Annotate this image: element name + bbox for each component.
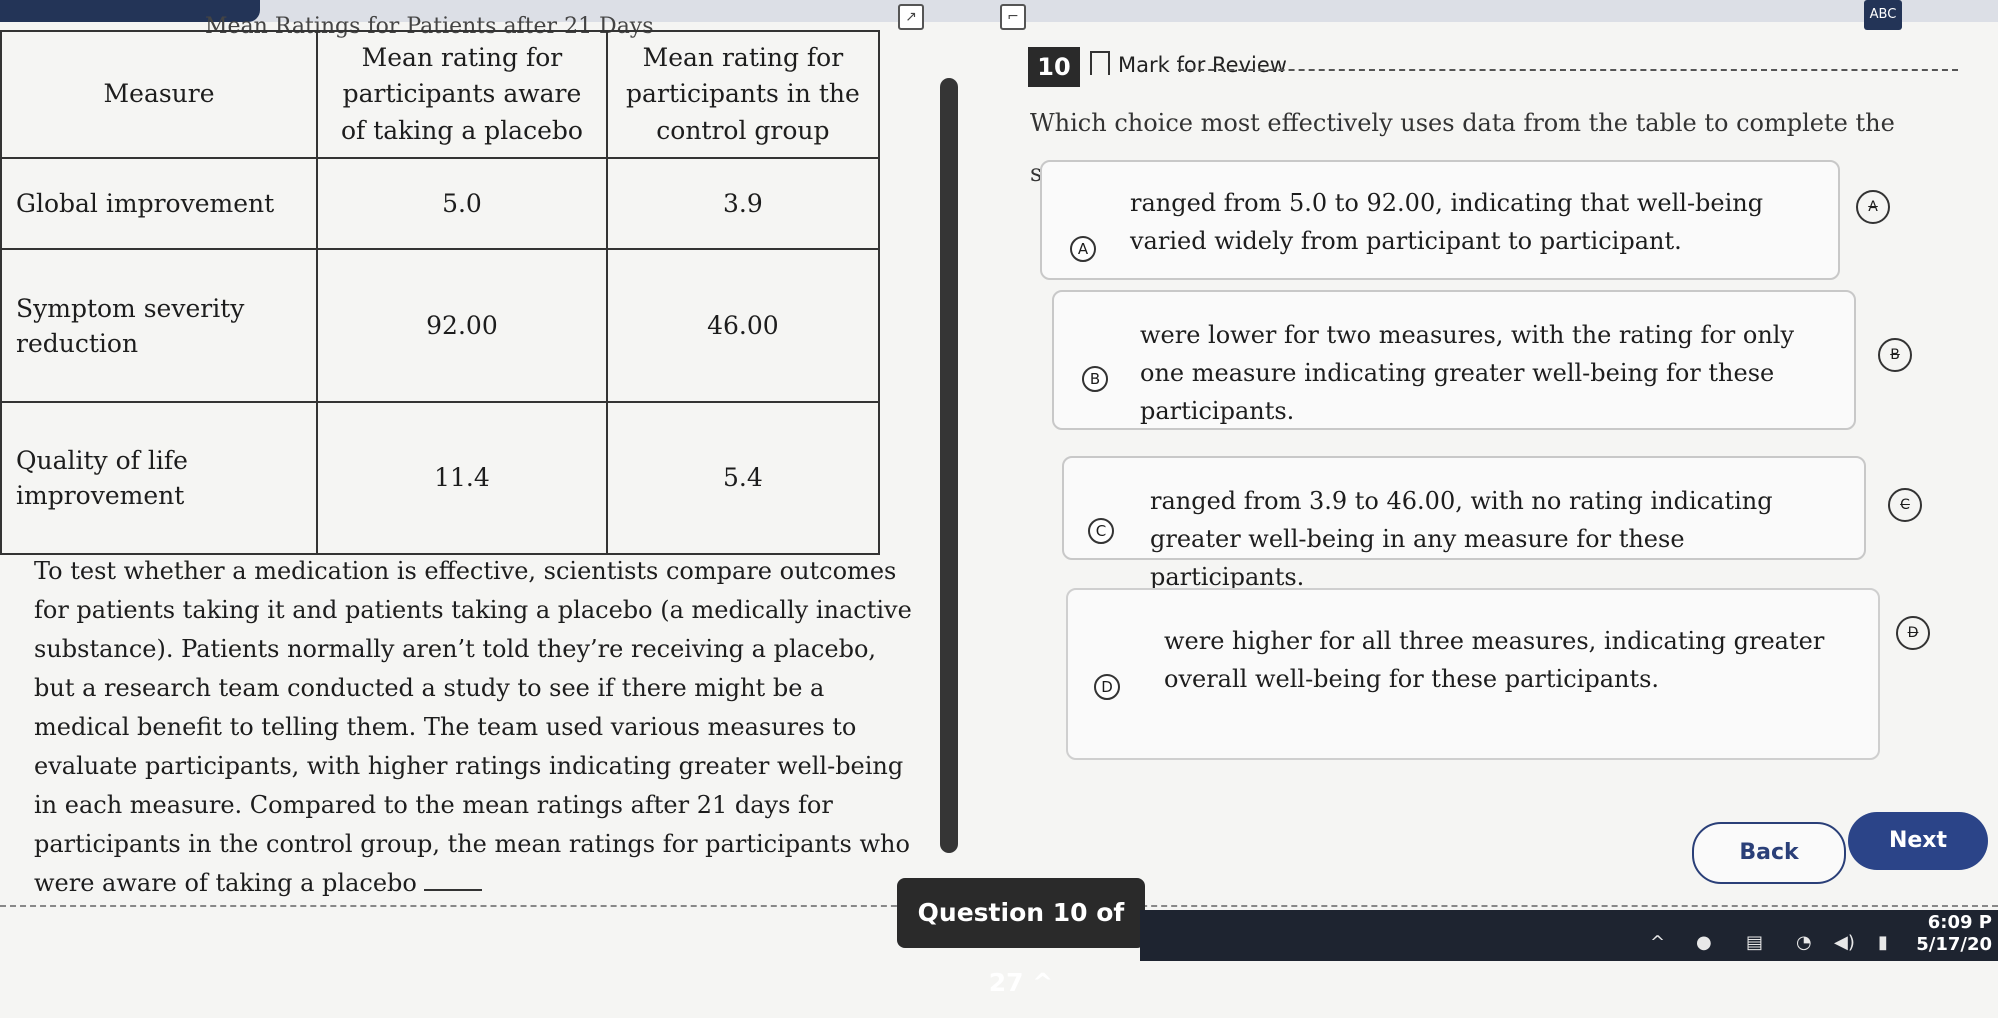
choice-letter: C <box>1088 518 1114 544</box>
row-placebo-value: 5.0 <box>316 156 608 251</box>
header-measure: Measure <box>0 30 319 159</box>
cloud-icon[interactable]: ● <box>1696 932 1712 953</box>
collapse-icon[interactable]: ⌐ <box>1000 4 1026 30</box>
header-divider <box>1178 69 1958 71</box>
choice-letter: D <box>1094 674 1120 700</box>
table-row: Symptom severity reduction 92.00 46.00 <box>0 248 881 403</box>
row-measure: Symptom severity reduction <box>0 248 319 403</box>
table-row: Global improvement 5.0 3.9 <box>0 156 881 251</box>
strikethrough-c-icon[interactable]: C <box>1888 488 1922 522</box>
header-placebo: Mean rating for participants aware of ta… <box>316 30 608 159</box>
expand-icon[interactable]: ↗ <box>898 4 924 30</box>
back-button[interactable]: Back <box>1692 822 1846 884</box>
strikethrough-d-icon[interactable]: D <box>1896 616 1930 650</box>
row-measure: Global improvement <box>0 156 319 251</box>
system-taskbar: ^ ● ▤ ◔ ◀) ▮ 6:09 P 5/17/20 <box>1140 910 1998 961</box>
header-control: Mean rating for participants in the cont… <box>605 30 881 159</box>
tray-expand-icon[interactable]: ^ <box>1650 932 1665 953</box>
row-placebo-value: 92.00 <box>316 248 608 403</box>
question-number: 10 <box>1028 47 1080 87</box>
passage-text: To test whether a medication is effectiv… <box>34 557 912 897</box>
table-header-row: Measure Mean rating for participants awa… <box>0 30 881 159</box>
clock-time: 6:09 P <box>1927 912 1992 933</box>
table-row: Quality of life improvement 11.4 5.4 <box>0 400 881 556</box>
passage: To test whether a medication is effectiv… <box>34 552 914 903</box>
choice-a[interactable]: A ranged from 5.0 to 92.00, indicating t… <box>1040 160 1890 280</box>
abc-strikethrough-toggle[interactable]: ABC <box>1864 0 1902 30</box>
question-navigator-button[interactable]: Question 10 of 27 ^ <box>897 878 1145 997</box>
bookmark-icon[interactable] <box>1090 51 1110 75</box>
choice-text: ranged from 5.0 to 92.00, indicating tha… <box>1130 189 1764 255</box>
keyboard-icon[interactable]: ▤ <box>1746 932 1763 953</box>
choice-text: were lower for two measures, with the ra… <box>1140 321 1795 425</box>
row-placebo-value: 11.4 <box>316 400 608 556</box>
taskbar-clock[interactable]: 6:09 P 5/17/20 <box>1916 912 1992 956</box>
choice-letter: A <box>1070 236 1096 262</box>
row-measure: Quality of life improvement <box>0 400 319 556</box>
row-control-value: 5.4 <box>605 400 881 556</box>
row-control-value: 46.00 <box>605 248 881 403</box>
strikethrough-b-icon[interactable]: B <box>1878 338 1912 372</box>
battery-icon[interactable]: ▮ <box>1878 932 1888 953</box>
choice-b[interactable]: B were lower for two measures, with the … <box>1052 290 1912 430</box>
choice-text: ranged from 3.9 to 46.00, with no rating… <box>1150 487 1773 591</box>
wifi-icon[interactable]: ◔ <box>1796 932 1812 953</box>
choice-c[interactable]: C ranged from 3.9 to 46.00, with no rati… <box>1062 456 1922 591</box>
choice-letter: B <box>1082 366 1108 392</box>
next-button[interactable]: Next <box>1848 812 1988 870</box>
row-control-value: 3.9 <box>605 156 881 251</box>
question-header: 10 Mark for Review <box>1028 47 1958 89</box>
clock-date: 5/17/20 <box>1916 934 1992 955</box>
strikethrough-a-icon[interactable]: A <box>1856 190 1890 224</box>
volume-icon[interactable]: ◀) <box>1834 932 1855 953</box>
mark-for-review-button[interactable]: Mark for Review <box>1118 53 1287 77</box>
data-table: Measure Mean rating for participants awa… <box>0 30 881 556</box>
choice-text: were higher for all three measures, indi… <box>1164 627 1825 693</box>
choice-d[interactable]: D were higher for all three measures, in… <box>1066 588 1930 760</box>
pane-divider-handle[interactable] <box>940 78 958 853</box>
answer-blank <box>424 885 483 891</box>
